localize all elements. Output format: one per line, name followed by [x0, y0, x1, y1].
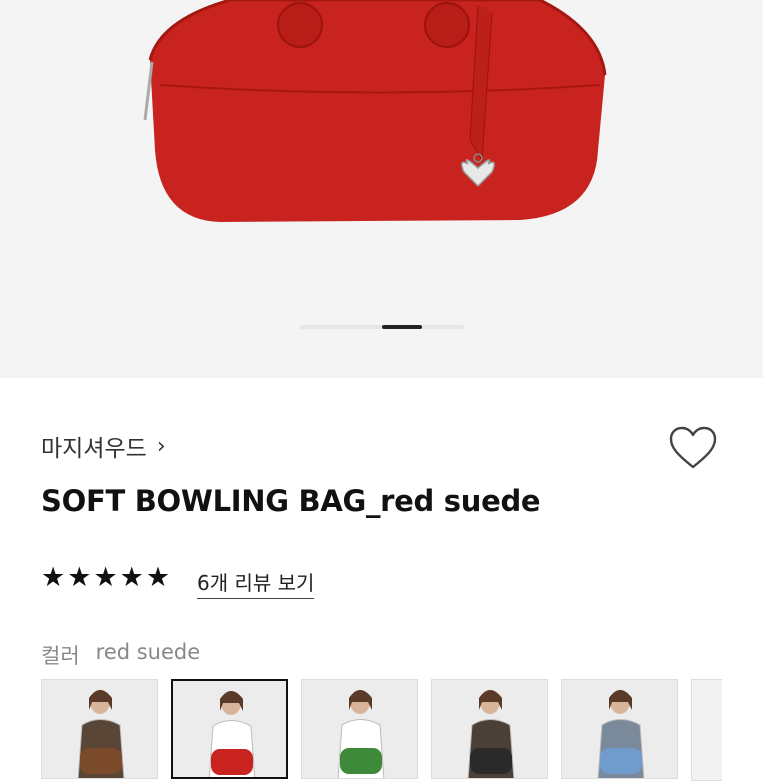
brand-link[interactable]: 마지셔우드 › [41, 429, 166, 463]
review-link[interactable]: 6개 리뷰 보기 [197, 567, 315, 599]
color-variant-thumb[interactable] [431, 679, 548, 779]
gallery-pager-active [382, 325, 422, 329]
star-icon: ★ [41, 562, 66, 593]
product-photo [143, 0, 607, 222]
color-value: red suede [95, 640, 201, 664]
star-icon: ★ [93, 562, 118, 593]
color-variant-list [41, 679, 722, 781]
product-title: SOFT BOWLING BAG_red suede [41, 484, 541, 518]
color-selector-label: 컬러 red suede [41, 640, 200, 670]
model-photo [42, 680, 157, 778]
star-icon: ★ [119, 562, 144, 593]
gallery-pager [300, 325, 464, 329]
wishlist-button[interactable] [668, 424, 718, 472]
rating-stars: ★ ★ ★ ★ ★ [41, 564, 170, 591]
model-photo [562, 680, 677, 778]
color-variant-thumb[interactable] [301, 679, 418, 779]
model-photo [173, 681, 286, 777]
color-variant-thumb-selected[interactable] [171, 679, 288, 779]
product-image-gallery[interactable] [0, 0, 763, 378]
model-photo [302, 680, 417, 778]
color-variant-thumb[interactable] [41, 679, 158, 779]
color-label: 컬러 [41, 644, 80, 668]
model-photo [432, 680, 547, 778]
color-variant-thumb[interactable] [691, 679, 722, 781]
star-icon: ★ [145, 562, 171, 593]
heart-outline-icon [669, 426, 717, 469]
chevron-right-icon: › [156, 433, 166, 459]
brand-name: 마지셔우드 [41, 436, 147, 462]
star-icon: ★ [67, 562, 92, 593]
color-variant-thumb[interactable] [561, 679, 678, 779]
